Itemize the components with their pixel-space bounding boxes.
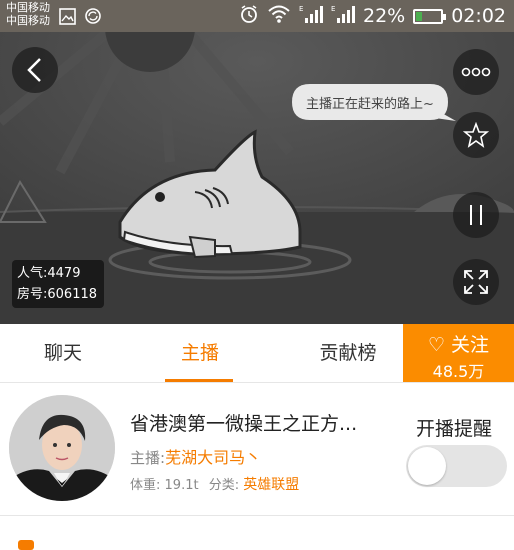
wifi-icon xyxy=(267,4,291,29)
live-reminder-toggle[interactable] xyxy=(406,445,507,487)
weight-value: 19.1t xyxy=(164,478,199,493)
alarm-icon xyxy=(239,4,259,29)
sync-icon xyxy=(84,7,102,25)
anchor-info-panel: 省港澳第一微操王之正方... 主播:芜湖大司马丶 体重: 19.1t 分类: 英… xyxy=(0,383,514,515)
speech-bubble-text: 主播正在赶来的路上~ xyxy=(306,97,434,112)
svg-text:E: E xyxy=(299,5,303,13)
speech-bubble: 主播正在赶来的路上~ xyxy=(290,82,458,122)
favorite-button[interactable] xyxy=(453,112,499,158)
battery-percent: 22% xyxy=(363,5,406,27)
popularity-label: 人气:4479 xyxy=(17,266,81,281)
clock: 02:02 xyxy=(451,5,506,27)
toggle-knob xyxy=(408,447,446,485)
tab-chat[interactable]: 聊天 xyxy=(18,324,108,382)
signal-icon: E xyxy=(299,4,323,29)
back-button[interactable] xyxy=(12,47,58,93)
category-label: 分类: xyxy=(208,478,240,493)
carrier-1: 中国移动 xyxy=(6,1,50,14)
room-number-label: 房号:606118 xyxy=(17,287,98,302)
anchor-name-line: 主播:芜湖大司马丶 xyxy=(130,444,261,468)
follow-label: ♡ 关注 xyxy=(427,334,490,356)
status-bar: 中国移动 中国移动 E E 22% 02:02 xyxy=(0,0,514,32)
more-button[interactable] xyxy=(453,49,499,95)
tab-contribution-rank[interactable]: 贡献榜 xyxy=(288,324,408,382)
carrier-label: 中国移动 中国移动 xyxy=(6,1,50,27)
active-tab-indicator xyxy=(165,379,233,382)
tab-anchor[interactable]: 主播 xyxy=(155,324,245,382)
carrier-2: 中国移动 xyxy=(6,14,50,27)
back-icon xyxy=(27,58,41,82)
pause-button[interactable] xyxy=(453,192,499,238)
follow-button[interactable]: ♡ 关注 48.5万 xyxy=(403,324,514,382)
category-value[interactable]: 英雄联盟 xyxy=(243,477,299,493)
battery-charging-icon xyxy=(413,8,447,24)
room-info-box: 人气:4479 房号:606118 xyxy=(12,260,104,308)
weight-label: 体重: xyxy=(130,478,161,493)
next-section-stub xyxy=(0,516,514,550)
pause-icon xyxy=(470,205,482,225)
fullscreen-button[interactable] xyxy=(453,259,499,305)
favorite-icon xyxy=(463,122,489,148)
anchor-name[interactable]: 芜湖大司马丶 xyxy=(165,448,261,467)
fullscreen-icon xyxy=(464,270,488,294)
video-player[interactable]: 主播正在赶来的路上~ 人气:4479 房号:606118 xyxy=(0,32,514,324)
avatar[interactable] xyxy=(9,395,115,501)
live-reminder-label: 开播提醒 xyxy=(416,418,493,440)
weight-category-line: 体重: 19.1t 分类: 英雄联盟 xyxy=(130,474,299,494)
follower-count: 48.5万 xyxy=(432,362,485,381)
more-icon xyxy=(461,67,491,77)
svg-text:E: E xyxy=(331,5,335,13)
signal-icon: E xyxy=(331,4,355,29)
anchor-prefix: 主播: xyxy=(130,449,166,467)
room-title: 省港澳第一微操王之正方... xyxy=(130,413,358,435)
section-icon xyxy=(18,540,34,550)
image-icon xyxy=(58,7,76,25)
